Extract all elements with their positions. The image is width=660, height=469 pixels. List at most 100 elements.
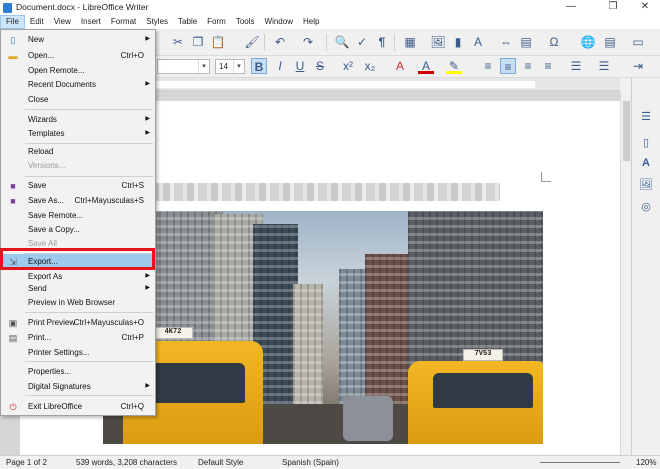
font-size-combo[interactable]: 14 ▾ [215,59,245,74]
menu-item-reload[interactable]: Reload [2,144,154,159]
menu-item-templates[interactable]: Templates ▶ [2,126,154,141]
subscript-icon[interactable]: x₂ [362,58,378,74]
menu-item-print[interactable]: ▤ Print... Ctrl+P [2,330,154,345]
right-taxi-sign: 7V53 [463,349,503,361]
menu-tools[interactable]: Tools [231,15,260,29]
title-bar: Document.docx - LibreOffice Writer — ❐ ✕ [0,0,660,15]
justify-icon[interactable]: ≡ [540,58,556,74]
comment-icon[interactable]: ▭ [630,34,646,50]
font-color-icon[interactable]: A [418,58,434,74]
menu-item-exit[interactable]: ⏻ Exit LibreOffice Ctrl+Q [2,399,154,414]
language[interactable]: Spanish (Spain) [282,456,339,469]
navigator-icon[interactable]: ◎ [639,200,653,214]
menu-item-open-remote[interactable]: Open Remote... [2,63,154,78]
italic-icon[interactable]: I [272,58,288,74]
menu-item-digital-signatures[interactable]: Digital Signatures ▶ [2,379,154,394]
export-highlight-annotation [0,248,155,270]
word-count[interactable]: 539 words, 3,208 characters [76,456,177,469]
menu-item-open[interactable]: ▬ Open... Ctrl+O [2,48,154,63]
minimize-button[interactable]: — [556,0,586,15]
file-menu: ▯ New ▶ ▬ Open... Ctrl+O Open Remote... Rece… [0,29,156,416]
grey-car [343,396,393,441]
indent-icon[interactable]: ⇥ [630,58,646,74]
page-break-icon[interactable]: ⇔ [498,34,514,50]
menu-item-send[interactable]: Send ▶ [2,281,154,296]
menu-item-properties[interactable]: Properties... [2,364,154,379]
zoom-level[interactable]: 120% [636,456,656,469]
writer-app-icon [3,3,12,13]
menu-item-save-copy[interactable]: Save a Copy... [2,222,154,237]
menu-item-save-as[interactable]: ■ Save As... Ctrl+Mayusculas+S [2,193,154,208]
font-name-combo[interactable]: ▾ [157,59,210,74]
menu-item-recent-documents[interactable]: Recent Documents ▶ [2,77,154,92]
special-character-icon[interactable]: Ω [546,34,562,50]
paste-icon[interactable]: 📋 [210,34,226,50]
bold-icon[interactable]: B [251,58,267,74]
menu-file[interactable]: File [0,15,25,29]
page-style[interactable]: Default Style [198,456,243,469]
undo-icon[interactable]: ↶ [272,34,288,50]
clear-formatting-icon[interactable]: A [392,58,408,74]
menu-help[interactable]: Help [298,15,324,29]
underline-icon[interactable]: U [292,58,308,74]
hyperlink-icon[interactable]: 🌐 [580,34,596,50]
insert-image-icon[interactable]: 🖼 [430,34,446,50]
menu-view[interactable]: View [49,15,76,29]
copy-icon[interactable]: ❐ [190,34,206,50]
find-replace-icon[interactable]: 🔍 [334,34,350,50]
page-count[interactable]: Page 1 of 2 [6,456,47,469]
menu-styles[interactable]: Styles [141,15,173,29]
highlight-icon[interactable]: ✎ [446,58,462,74]
blurred-text-line [150,183,500,201]
numbering-icon[interactable]: ☰ [596,58,612,74]
zoom-slider[interactable] [540,462,620,463]
margin-corner-mark [541,172,551,182]
menu-item-print-preview[interactable]: ▣ Print Preview Ctrl+Mayusculas+O [2,315,154,330]
gallery-icon[interactable]: 🖼 [639,178,653,192]
superscript-icon[interactable]: x² [340,58,356,74]
left-taxi-sign: 4K72 [153,327,193,339]
bullets-icon[interactable]: ☰ [568,58,584,74]
horizontal-ruler[interactable] [155,78,620,91]
menu-table[interactable]: Table [173,15,202,29]
align-center-icon[interactable]: ≡ [500,58,516,74]
maximize-button[interactable]: ❐ [598,0,628,15]
scroll-thumb[interactable] [623,101,630,161]
redo-icon[interactable]: ↷ [300,34,316,50]
window-title: Document.docx - LibreOffice Writer [16,2,149,12]
menu-item-save-remote[interactable]: Save Remote... [2,208,154,223]
menu-item-new[interactable]: ▯ New ▶ [2,32,154,47]
clone-formatting-icon[interactable]: 🖌 [244,34,260,50]
menu-format[interactable]: Format [106,15,141,29]
page-properties-icon[interactable]: ▯ [639,136,653,150]
menu-form[interactable]: Form [202,15,231,29]
align-right-icon[interactable]: ≡ [520,58,536,74]
align-left-icon[interactable]: ≡ [480,58,496,74]
insert-table-icon[interactable]: ▦ [402,34,418,50]
strikethrough-icon[interactable]: S [312,58,328,74]
footnote-icon[interactable]: ▤ [602,34,618,50]
menu-item-wizards[interactable]: Wizards ▶ [2,112,154,127]
right-taxi: 7V53 [408,349,543,444]
menu-item-close[interactable]: Close [2,92,154,107]
sidebar-menu-icon[interactable]: ☰ [639,110,653,124]
menu-window[interactable]: Window [260,15,298,29]
menu-item-save[interactable]: ■ Save Ctrl+S [2,178,154,193]
menu-insert[interactable]: Insert [76,15,106,29]
menu-item-versions: Versions... [28,161,66,170]
insert-textbox-icon[interactable]: A [470,34,486,50]
insert-chart-icon[interactable]: ▮ [450,34,466,50]
styles-icon[interactable]: A [639,156,653,170]
vertical-scrollbar[interactable] [620,91,631,455]
close-window-button[interactable]: ✕ [630,0,660,15]
status-bar: Page 1 of 2 539 words, 3,208 characters … [0,455,660,469]
spelling-icon[interactable]: ✓ [354,34,370,50]
insert-field-icon[interactable]: ▤ [518,34,534,50]
sidebar-deck: ☰ ▯ A 🖼 ◎ [631,78,660,455]
city-taxi-photo[interactable]: 4K72 7V53 [103,211,543,444]
menu-edit[interactable]: Edit [25,15,49,29]
formatting-marks-icon[interactable]: ¶ [374,34,390,50]
menu-item-preview-web[interactable]: Preview in Web Browser [2,295,154,310]
menu-item-printer-settings[interactable]: Printer Settings... [2,345,154,360]
cut-icon[interactable]: ✂ [170,34,186,50]
